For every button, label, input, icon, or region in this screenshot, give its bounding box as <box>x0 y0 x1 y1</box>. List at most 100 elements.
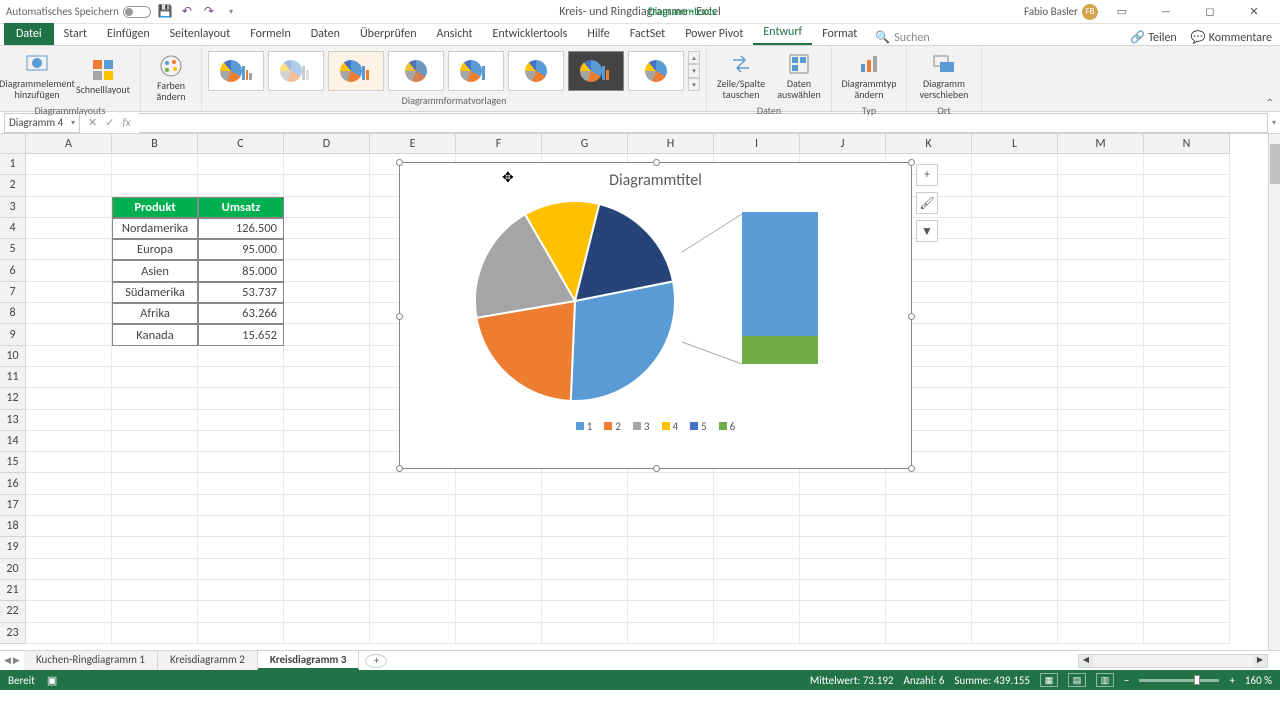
cell-B15[interactable] <box>112 452 198 473</box>
cell-M18[interactable] <box>1058 516 1144 537</box>
macro-record-icon[interactable]: ▣ <box>47 674 57 687</box>
cell-N20[interactable] <box>1144 559 1230 580</box>
cell-M13[interactable] <box>1058 410 1144 431</box>
cell-K22[interactable] <box>886 601 972 622</box>
spreadsheet-grid[interactable]: ABCDEFGHIJKLMN 123ProduktUmsatz4Nordamer… <box>0 134 1280 650</box>
row-header-5[interactable]: 5 <box>0 239 26 260</box>
cell-L11[interactable] <box>972 367 1058 388</box>
cell-F20[interactable] <box>456 559 542 580</box>
save-icon[interactable]: 💾 <box>157 4 173 20</box>
cell-A12[interactable] <box>26 388 112 409</box>
cell-C11[interactable] <box>198 367 284 388</box>
cell-M9[interactable] <box>1058 324 1144 345</box>
cell-C20[interactable] <box>198 559 284 580</box>
cell-F22[interactable] <box>456 601 542 622</box>
cell-C23[interactable] <box>198 623 284 644</box>
cell-L6[interactable] <box>972 260 1058 281</box>
col-header-A[interactable]: A <box>26 134 112 154</box>
cell-C18[interactable] <box>198 516 284 537</box>
col-header-L[interactable]: L <box>972 134 1058 154</box>
cell-F18[interactable] <box>456 516 542 537</box>
quick-layout-button[interactable]: Schnelllayout <box>72 48 134 104</box>
cell-J23[interactable] <box>800 623 886 644</box>
cell-B7[interactable]: Südamerika <box>112 282 198 303</box>
cell-C1[interactable] <box>198 154 284 175</box>
page-layout-view-icon[interactable]: ▤ <box>1068 673 1086 687</box>
cell-L22[interactable] <box>972 601 1058 622</box>
cell-L4[interactable] <box>972 218 1058 239</box>
cell-D21[interactable] <box>284 580 370 601</box>
cell-K23[interactable] <box>886 623 972 644</box>
cell-H18[interactable] <box>628 516 714 537</box>
cell-M20[interactable] <box>1058 559 1144 580</box>
cell-H16[interactable] <box>628 473 714 494</box>
cell-H19[interactable] <box>628 537 714 558</box>
chart-title[interactable]: Diagrammtitel <box>400 171 911 190</box>
cell-B22[interactable] <box>112 601 198 622</box>
cell-L1[interactable] <box>972 154 1058 175</box>
cell-N21[interactable] <box>1144 580 1230 601</box>
cell-B17[interactable] <box>112 495 198 516</box>
tab-entwicklertools[interactable]: Entwicklertools <box>483 23 578 45</box>
normal-view-icon[interactable]: ▦ <box>1040 673 1058 687</box>
cell-F21[interactable] <box>456 580 542 601</box>
cell-E23[interactable] <box>370 623 456 644</box>
cell-E21[interactable] <box>370 580 456 601</box>
cell-E16[interactable] <box>370 473 456 494</box>
row-header-12[interactable]: 12 <box>0 388 26 409</box>
cell-A20[interactable] <box>26 559 112 580</box>
cell-K21[interactable] <box>886 580 972 601</box>
cell-N1[interactable] <box>1144 154 1230 175</box>
col-header-N[interactable]: N <box>1144 134 1230 154</box>
cell-M12[interactable] <box>1058 388 1144 409</box>
cell-B3[interactable]: Produkt <box>112 197 198 218</box>
formula-input[interactable] <box>139 113 1268 133</box>
cell-D14[interactable] <box>284 431 370 452</box>
cell-H20[interactable] <box>628 559 714 580</box>
row-header-8[interactable]: 8 <box>0 303 26 324</box>
cell-L13[interactable] <box>972 410 1058 431</box>
maximize-icon[interactable]: ◻ <box>1190 0 1230 24</box>
cell-N4[interactable] <box>1144 218 1230 239</box>
switch-row-col-button[interactable]: Zeile/Spalte tauschen <box>713 48 769 104</box>
cell-M3[interactable] <box>1058 197 1144 218</box>
cell-C15[interactable] <box>198 452 284 473</box>
vertical-scrollbar[interactable] <box>1268 134 1280 650</box>
cell-N10[interactable] <box>1144 346 1230 367</box>
cell-L3[interactable] <box>972 197 1058 218</box>
cell-L14[interactable] <box>972 431 1058 452</box>
col-header-J[interactable]: J <box>800 134 886 154</box>
zoom-in-icon[interactable]: + <box>1229 674 1234 687</box>
cell-C5[interactable]: 95.000 <box>198 239 284 260</box>
cell-C16[interactable] <box>198 473 284 494</box>
cell-B16[interactable] <box>112 473 198 494</box>
cell-B19[interactable] <box>112 537 198 558</box>
qat-customize-icon[interactable]: ▾ <box>223 4 239 20</box>
col-header-K[interactable]: K <box>886 134 972 154</box>
cell-N9[interactable] <box>1144 324 1230 345</box>
row-header-13[interactable]: 13 <box>0 410 26 431</box>
resize-handle[interactable] <box>653 465 660 472</box>
zoom-slider[interactable] <box>1139 679 1219 682</box>
cell-J19[interactable] <box>800 537 886 558</box>
cell-N2[interactable] <box>1144 175 1230 196</box>
sheet-tab[interactable]: Kuchen-Ringdiagramm 1 <box>24 651 158 670</box>
cell-M4[interactable] <box>1058 218 1144 239</box>
cell-M8[interactable] <box>1058 303 1144 324</box>
cell-N18[interactable] <box>1144 516 1230 537</box>
cell-N22[interactable] <box>1144 601 1230 622</box>
row-header-3[interactable]: 3 <box>0 197 26 218</box>
cell-D11[interactable] <box>284 367 370 388</box>
cell-B20[interactable] <box>112 559 198 580</box>
tab-ansicht[interactable]: Ansicht <box>427 23 483 45</box>
autosave-toggle[interactable]: Automatisches Speichern <box>6 5 151 18</box>
cell-A22[interactable] <box>26 601 112 622</box>
cell-M6[interactable] <box>1058 260 1144 281</box>
add-chart-element-button[interactable]: Diagrammelement hinzufügen <box>6 48 68 104</box>
brush-icon[interactable]: 🖌 <box>916 192 938 214</box>
cell-F16[interactable] <box>456 473 542 494</box>
cell-I16[interactable] <box>714 473 800 494</box>
cell-E19[interactable] <box>370 537 456 558</box>
cell-C13[interactable] <box>198 410 284 431</box>
cell-M7[interactable] <box>1058 282 1144 303</box>
